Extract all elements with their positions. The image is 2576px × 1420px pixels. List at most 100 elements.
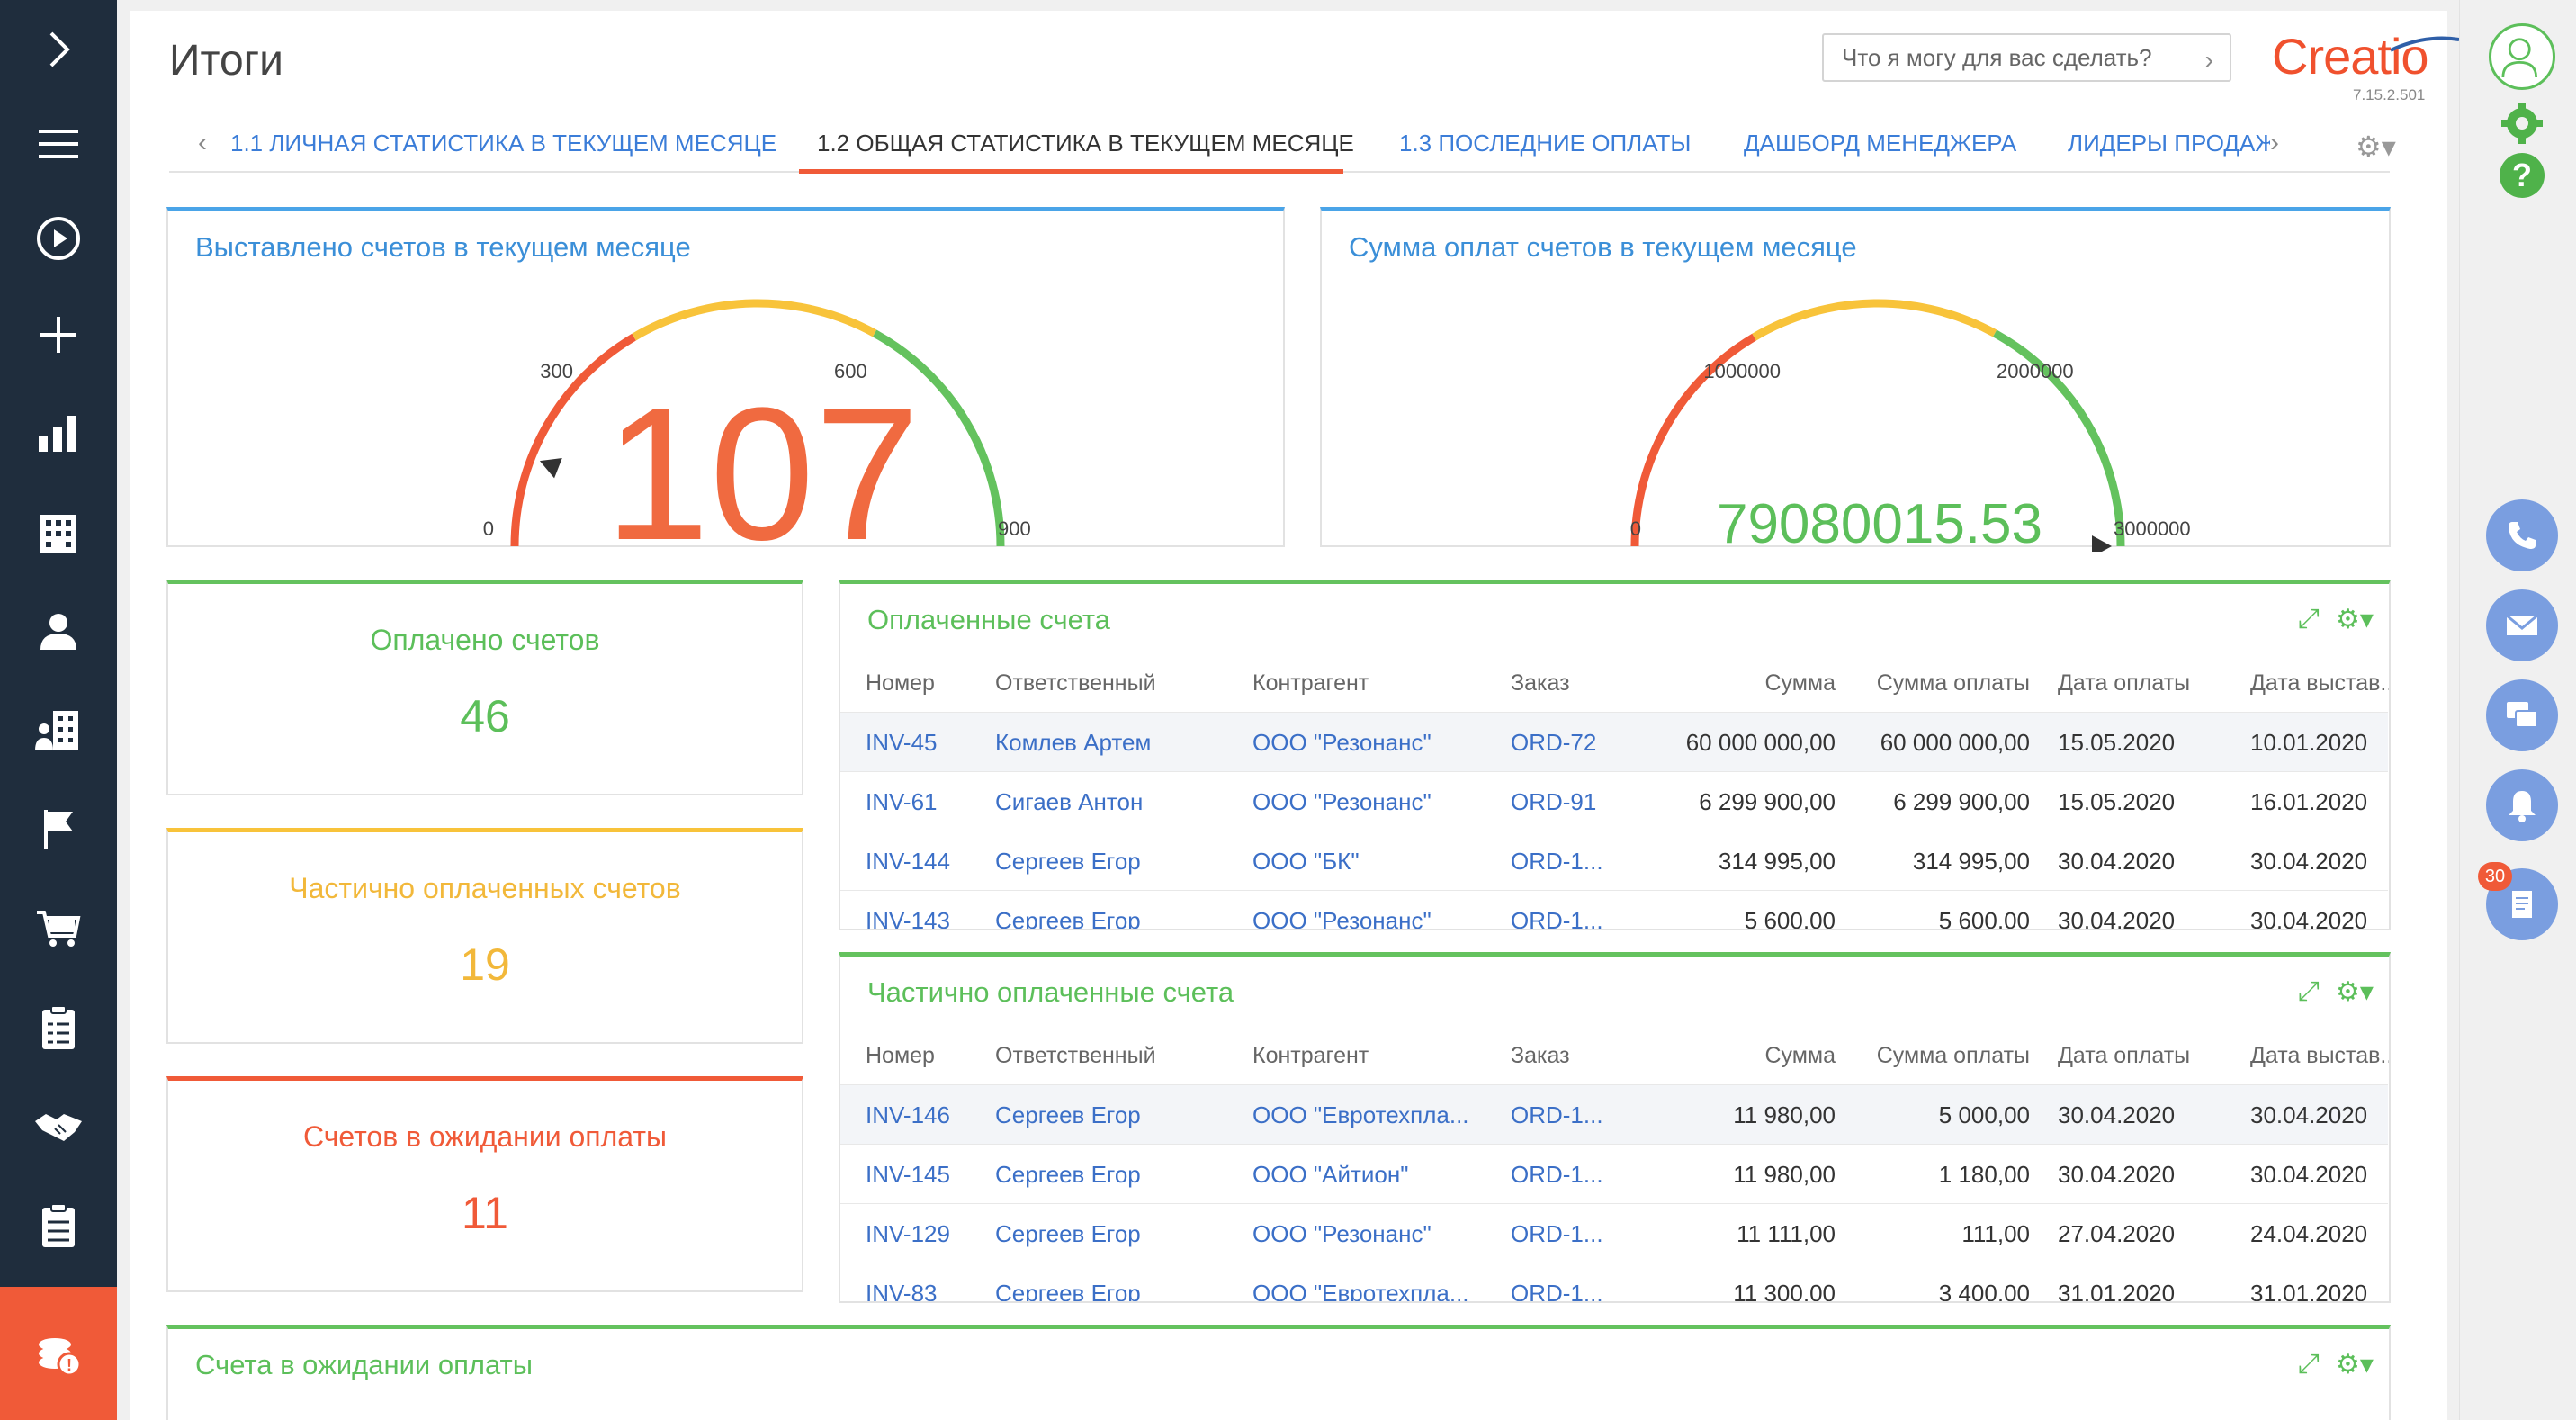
cell-account[interactable]: ООО "Резонанс" <box>1252 788 1432 816</box>
cell-owner[interactable]: Сергеев Егор <box>995 1280 1141 1301</box>
expand-menu-icon[interactable] <box>0 4 117 94</box>
cell-order[interactable]: ORD-1... <box>1511 1161 1603 1189</box>
col-issue-date[interactable]: Дата выстав... <box>2250 670 2389 697</box>
expand-icon[interactable]: ⤢ <box>2298 976 2320 1007</box>
table-row[interactable]: INV-143 Сергеев Егор ООО "Резонанс" ORD-1..… <box>840 890 2388 930</box>
contacts-person-icon[interactable] <box>0 587 117 677</box>
gauge1-chart: 0 300 600 900 107 <box>483 299 1031 552</box>
col-amount[interactable]: Сумма <box>1728 1043 1836 1069</box>
cell-number[interactable]: INV-83 <box>866 1280 938 1301</box>
phone-icon[interactable] <box>2486 499 2558 571</box>
col-account[interactable]: Контрагент <box>1252 670 1369 697</box>
cell-account[interactable]: ООО "БК" <box>1252 848 1360 876</box>
system-settings-gear-icon[interactable] <box>2500 101 2545 146</box>
grid-settings-gear-icon[interactable]: ⚙▾ <box>2336 604 2374 635</box>
cell-paid-amount: 5 600,00 <box>1938 907 2030 930</box>
cell-number[interactable]: INV-45 <box>866 729 938 757</box>
cart-icon[interactable] <box>0 884 117 974</box>
cell-account[interactable]: ООО "Евротехпла... <box>1252 1280 1469 1301</box>
grid-settings-gear-icon[interactable]: ⚙▾ <box>2336 976 2374 1008</box>
cell-order[interactable]: ORD-1... <box>1511 848 1603 876</box>
col-payment-date[interactable]: Дата оплаты <box>2058 1043 2190 1069</box>
cell-owner[interactable]: Комлев Артем <box>995 729 1151 757</box>
chat-feed-icon[interactable] <box>2486 679 2558 751</box>
cell-owner[interactable]: Сергеев Егор <box>995 1101 1141 1129</box>
expand-icon[interactable]: ⤢ <box>2298 1349 2320 1380</box>
col-number[interactable]: Номер <box>866 670 935 697</box>
table-row[interactable]: INV-145 Сергеев Егор ООО "Айтион" ORD-1... 1… <box>840 1144 2388 1203</box>
accounts-building-icon[interactable] <box>0 488 117 578</box>
handshake-icon[interactable] <box>0 1082 117 1172</box>
documents-checklist-icon[interactable] <box>0 1181 117 1271</box>
col-paid-amount[interactable]: Сумма оплаты <box>1836 670 2030 697</box>
add-icon[interactable] <box>0 290 117 380</box>
tab-sales-leaders[interactable]: ЛИДЕРЫ ПРОДАЖ <box>2068 130 2270 157</box>
grid-settings-gear-icon[interactable]: ⚙▾ <box>2336 1349 2374 1380</box>
dashboards-chart-icon[interactable] <box>0 389 117 479</box>
cell-order[interactable]: ORD-1... <box>1511 907 1603 929</box>
waiting-invoices-metric[interactable]: Счетов в ожидании оплаты 11 <box>166 1076 803 1292</box>
cell-paid-amount: 111,00 <box>1961 1220 2030 1247</box>
team-building-icon[interactable] <box>0 686 117 776</box>
col-owner[interactable]: Ответственный <box>995 670 1156 697</box>
table-row[interactable]: INV-129 Сергеев Егор ООО "Резонанс" ORD-1..… <box>840 1203 2388 1263</box>
tab-personal-stats[interactable]: 1.1 ЛИЧНАЯ СТАТИСТИКА В ТЕКУЩЕМ МЕСЯЦЕ <box>230 130 776 157</box>
expand-icon[interactable]: ⤢ <box>2298 604 2320 634</box>
flag-icon[interactable] <box>0 785 117 875</box>
tabs-settings-gear-icon[interactable]: ⚙▾ <box>2356 130 2396 164</box>
cell-order[interactable]: ORD-1... <box>1511 1220 1603 1248</box>
cell-number[interactable]: INV-145 <box>866 1161 950 1189</box>
cell-owner[interactable]: Сигаев Антон <box>995 788 1143 816</box>
cell-account[interactable]: ООО "Резонанс" <box>1252 729 1432 757</box>
tab-manager-dashboard[interactable]: ДАШБОРД МЕНЕДЖЕРА <box>1744 130 2016 157</box>
checklist-icon[interactable] <box>0 983 117 1073</box>
cell-account[interactable]: ООО "Айтион" <box>1252 1161 1408 1189</box>
cell-amount: 60 000 000,00 <box>1685 729 1836 756</box>
cell-owner[interactable]: Сергеев Егор <box>995 907 1141 929</box>
cell-owner[interactable]: Сергеев Егор <box>995 1220 1141 1248</box>
help-question-icon[interactable]: ? <box>2500 153 2545 198</box>
process-play-icon[interactable] <box>0 193 117 283</box>
col-number[interactable]: Номер <box>866 1043 935 1069</box>
cell-number[interactable]: INV-61 <box>866 788 938 816</box>
cell-owner[interactable]: Сергеев Егор <box>995 848 1141 876</box>
cell-order[interactable]: ORD-72 <box>1511 729 1596 757</box>
cell-account[interactable]: ООО "Резонанс" <box>1252 907 1432 929</box>
cell-number[interactable]: INV-144 <box>866 848 950 876</box>
cell-order[interactable]: ORD-1... <box>1511 1280 1603 1301</box>
table-row[interactable]: INV-144 Сергеев Егор ООО "БК" ORD-1... 314 9… <box>840 831 2388 890</box>
assistant-search-input[interactable]: Что я могу для вас сделать? › <box>1822 33 2231 82</box>
notifications-bell-icon[interactable] <box>2486 769 2558 841</box>
cell-order[interactable]: ORD-1... <box>1511 1101 1603 1129</box>
cell-account[interactable]: ООО "Резонанс" <box>1252 1220 1432 1248</box>
col-amount[interactable]: Сумма <box>1728 670 1836 697</box>
col-order[interactable]: Заказ <box>1511 1043 1570 1069</box>
hamburger-menu-icon[interactable] <box>0 99 117 189</box>
col-issue-date[interactable]: Дата выстав... <box>2250 1043 2389 1069</box>
tabs-scroll-right-icon[interactable]: › <box>2270 128 2279 158</box>
tab-last-payments[interactable]: 1.3 ПОСЛЕДНИЕ ОПЛАТЫ <box>1399 130 1691 157</box>
table-row[interactable]: INV-45 Комлев Артем ООО "Резонанс" ORD-72 60… <box>840 712 2388 771</box>
tab-general-stats[interactable]: 1.2 ОБЩАЯ СТАТИСТИКА В ТЕКУЩЕМ МЕСЯЦЕ <box>817 130 1354 157</box>
table-row[interactable]: INV-83 Сергеев Егор ООО "Евротехпла... ORD-… <box>840 1263 2388 1301</box>
cell-owner[interactable]: Сергеев Егор <box>995 1161 1141 1189</box>
col-payment-date[interactable]: Дата оплаты <box>2058 670 2190 697</box>
cell-number[interactable]: INV-129 <box>866 1220 950 1248</box>
gauge1-value: 107 <box>605 368 920 552</box>
email-icon[interactable] <box>2486 589 2558 661</box>
invoices-coins-icon[interactable]: ! <box>0 1287 117 1420</box>
cell-number[interactable]: INV-146 <box>866 1101 950 1129</box>
user-profile-avatar[interactable] <box>2489 23 2555 90</box>
tabs-scroll-left-icon[interactable]: ‹ <box>198 128 207 158</box>
table-row[interactable]: INV-146 Сергеев Егор ООО "Евротехпла... ORD… <box>840 1084 2388 1144</box>
cell-number[interactable]: INV-143 <box>866 907 950 929</box>
table-row[interactable]: INV-61 Сигаев Антон ООО "Резонанс" ORD-91 6 … <box>840 771 2388 831</box>
col-account[interactable]: Контрагент <box>1252 1043 1369 1069</box>
cell-account[interactable]: ООО "Евротехпла... <box>1252 1101 1469 1129</box>
col-owner[interactable]: Ответственный <box>995 1043 1156 1069</box>
col-order[interactable]: Заказ <box>1511 670 1570 697</box>
col-paid-amount[interactable]: Сумма оплаты <box>1836 1043 2030 1069</box>
cell-order[interactable]: ORD-91 <box>1511 788 1596 816</box>
paid-invoices-metric[interactable]: Оплачено счетов 46 <box>166 580 803 795</box>
partial-invoices-metric[interactable]: Частично оплаченных счетов 19 <box>166 828 803 1044</box>
